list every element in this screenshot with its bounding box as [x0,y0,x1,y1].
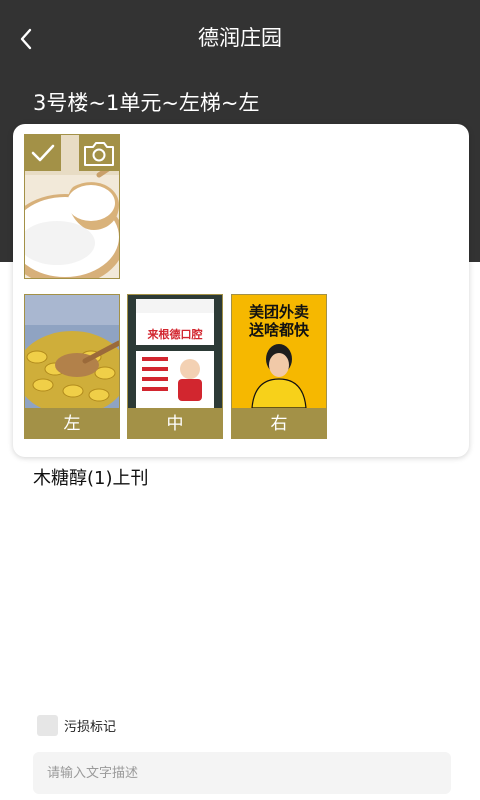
photo-slot-right[interactable]: 美团外卖 送啥都快 右 [231,294,327,439]
photo-slot-left[interactable]: 左 [24,294,120,439]
dental-poster-headline: 来根德口腔 [147,327,203,341]
damage-mark-checkbox[interactable]: 污损标记 [37,714,116,736]
capsule-photo [25,295,119,408]
location-text: 3号楼~1单元~左梯~左 [33,91,260,115]
photo-card: 左 来根德口腔 中 美团外卖 送啥都快 右 [13,124,469,457]
camera-icon [84,142,114,166]
slot-label-right: 右 [270,414,288,434]
meituan-headline-2: 送啥都快 [248,321,310,339]
page-title: 德润庄园 [198,26,282,50]
meituan-poster-photo: 美团外卖 送啥都快 [232,295,326,408]
select-check-button[interactable] [25,135,61,171]
camera-button[interactable] [79,135,119,171]
check-icon [31,144,55,162]
photo-slot-center[interactable]: 来根德口腔 中 [127,294,223,439]
description-input[interactable] [33,752,451,794]
checkbox-box[interactable] [37,714,58,736]
slot-label-left: 左 [63,414,81,434]
damage-mark-label: 污损标记 [64,719,117,735]
dental-poster-photo: 来根德口腔 [128,295,222,408]
meituan-headline-1: 美团外卖 [249,303,309,321]
main-photo[interactable] [24,134,120,279]
slot-label-center: 中 [166,414,184,434]
product-name: 木糖醇(1)上刊 [33,468,149,489]
